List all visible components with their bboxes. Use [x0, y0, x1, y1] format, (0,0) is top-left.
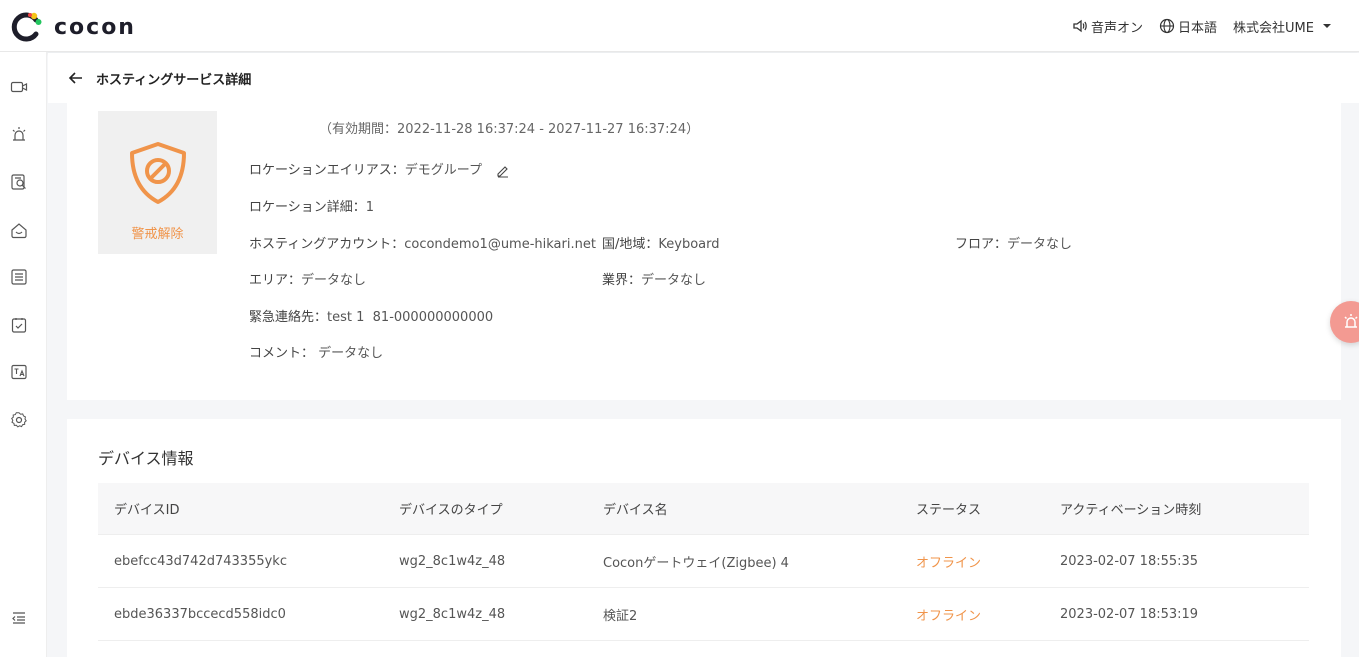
device-info-card: デバイス情報 デバイスID デバイスのタイプ デバイス名 ステータス アクティベ…: [67, 419, 1341, 657]
floor-label: フロア：: [955, 237, 1008, 252]
device-name-cell: Coconゲートウェイ(Zigbee) 4: [603, 555, 789, 571]
device-status-cell: オフライン: [916, 555, 982, 571]
activation-time-cell: 2023-02-07 18:55:35: [1060, 553, 1199, 569]
industry-field: 業界：データなし: [602, 269, 706, 288]
column-header: デバイス名: [603, 503, 668, 518]
device-table: デバイスID デバイスのタイプ デバイス名 ステータス アクティベーション時刻 …: [98, 483, 1309, 641]
country-value: Keyboard: [658, 237, 720, 252]
status-tile: 警戒解除: [98, 111, 217, 254]
globe-icon: [1159, 18, 1175, 34]
emergency-contact-field: 緊急連絡先：test 1 81-000000000000: [249, 306, 493, 325]
hosting-account-value: cocondemo1@ume-hikari.net: [404, 237, 596, 252]
header-actions: 音声オン 日本語 株式会社UME: [1056, 0, 1335, 52]
country-label: 国/地域：: [602, 237, 659, 252]
list-icon[interactable]: [10, 268, 28, 286]
comment-value: データなし: [318, 346, 384, 361]
service-info-card: 警戒解除 （有効期間：2022-11-28 16:37:24 - 2027-11…: [67, 103, 1341, 400]
table-row[interactable]: ebefcc43d742d743355ykc wg2_8c1w4z_48 Coc…: [98, 535, 1309, 588]
collapse-menu-icon[interactable]: [10, 609, 28, 627]
speaker-icon: [1073, 19, 1087, 33]
language-selector[interactable]: 日本語: [1159, 17, 1217, 36]
device-section-title: デバイス情報: [98, 449, 194, 468]
column-header: アクティベーション時刻: [1060, 503, 1202, 518]
comment-label: コメント：: [249, 346, 315, 361]
status-label: 警戒解除: [131, 227, 184, 242]
location-alias-label: ロケーションエイリアス：: [249, 163, 405, 178]
device-name-cell: 検証2: [603, 608, 638, 624]
validity-period: （有効期間：2022-11-28 16:37:24 - 2027-11-27 1…: [319, 122, 700, 137]
device-id-cell: ebefcc43d742d743355ykc: [114, 553, 287, 569]
edit-pencil-icon[interactable]: [496, 164, 510, 178]
comment-field: コメント： データなし: [249, 342, 383, 361]
hosting-account-field: ホスティングアカウント：cocondemo1@ume-hikari.net: [249, 233, 596, 252]
video-camera-icon[interactable]: [10, 78, 28, 96]
search-document-icon[interactable]: [10, 173, 28, 191]
location-alias-field: ロケーションエイリアス：デモグループ: [249, 159, 510, 178]
page-title-bar: ホスティングサービス詳細: [48, 53, 1359, 103]
logo-mark-icon: [11, 12, 42, 42]
logo[interactable]: cocon: [10, 11, 136, 43]
page-title: ホスティングサービス詳細: [96, 72, 252, 88]
home-icon[interactable]: [10, 221, 28, 239]
device-status-cell: オフライン: [916, 608, 982, 624]
device-type-cell: wg2_8c1w4z_48: [399, 606, 506, 622]
sound-toggle[interactable]: 音声オン: [1072, 17, 1143, 36]
device-type-cell: wg2_8c1w4z_48: [399, 553, 506, 569]
table-row[interactable]: ebde36337bccecd558idc0 wg2_8c1w4z_48 検証2…: [98, 588, 1309, 641]
translate-icon[interactable]: [10, 363, 28, 381]
clipboard-check-icon[interactable]: [10, 316, 28, 334]
settings-icon[interactable]: [10, 411, 28, 429]
area-label: エリア：: [249, 273, 302, 288]
logo-text: cocon: [54, 14, 136, 40]
area-field: エリア：データなし: [249, 269, 366, 288]
floor-field: フロア：データなし: [955, 233, 1072, 252]
sidebar: [0, 52, 47, 657]
column-header: ステータス: [916, 503, 982, 518]
location-detail-field: ロケーション詳細：1: [249, 196, 374, 215]
country-field: 国/地域：Keyboard: [602, 233, 720, 252]
emergency-value: test 1 81-000000000000: [327, 310, 494, 325]
activation-time-cell: 2023-02-07 18:53:19: [1060, 606, 1199, 622]
company-menu[interactable]: 株式会社UME: [1233, 17, 1335, 36]
back-arrow-icon[interactable]: [68, 70, 84, 86]
language-label: 日本語: [1178, 20, 1218, 36]
location-detail-label: ロケーション詳細：: [249, 200, 366, 215]
caret-down-icon: [1323, 24, 1331, 28]
device-id-cell: ebde36337bccecd558idc0: [114, 606, 286, 622]
top-header: cocon 音声オン 日本語 株式会社UME: [0, 0, 1359, 52]
industry-value: データなし: [641, 273, 707, 288]
industry-label: 業界：: [602, 273, 642, 288]
column-header: デバイスID: [114, 503, 180, 518]
location-detail-value: 1: [365, 200, 375, 215]
location-alias-value: デモグループ: [404, 163, 482, 178]
alarm-light-icon[interactable]: [10, 125, 28, 143]
hosting-account-label: ホスティングアカウント：: [249, 237, 405, 252]
alarm-light-icon: [1344, 314, 1358, 328]
floor-value: データなし: [1007, 237, 1073, 252]
shield-disarmed-icon: [130, 142, 186, 204]
column-header: デバイスのタイプ: [399, 503, 503, 518]
area-value: データなし: [301, 273, 367, 288]
company-label: 株式会社UME: [1233, 20, 1314, 36]
table-header: デバイスID デバイスのタイプ デバイス名 ステータス アクティベーション時刻: [98, 483, 1309, 535]
sound-label: 音声オン: [1091, 20, 1144, 36]
emergency-label: 緊急連絡先：: [249, 310, 328, 325]
